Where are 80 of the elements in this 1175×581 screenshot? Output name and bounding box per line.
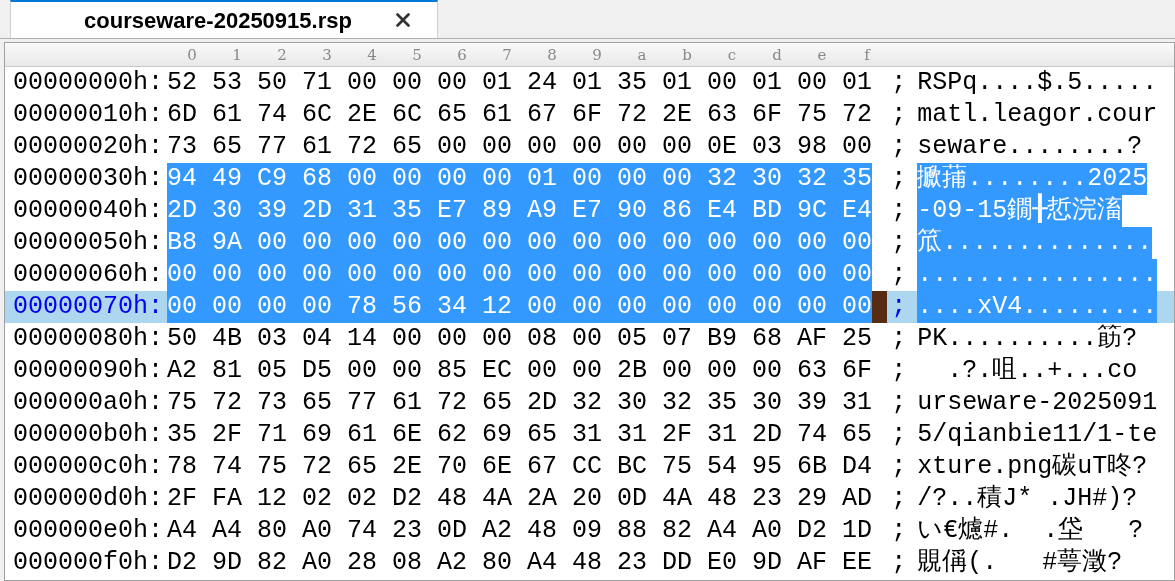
offset-label: 000000f0h: [12, 547, 165, 579]
offset-label: 00000040h: [12, 195, 165, 227]
hex-bytes: 78 74 75 72 65 2E 70 6E 67 CC BC 75 54 95 6B D4 [167, 451, 873, 483]
hex-bytes: A4 A4 80 A0 74 23 0D A2 48 09 88 82 A4 A0 D2 1D [167, 515, 873, 547]
offset-label: 00000080h: [12, 323, 165, 355]
ascii-text: ....xV4......... [917, 291, 1158, 323]
separator-mark: ; [890, 259, 908, 291]
separator-mark: ; [890, 99, 908, 131]
offset-label: 00000060h: [12, 259, 165, 291]
column-header: a [636, 45, 648, 66]
offset-label: 000000e0h: [12, 515, 165, 547]
column-header: 2 [276, 45, 288, 66]
column-header: b [681, 45, 693, 66]
hex-bytes: 35 2F 71 69 61 6E 62 69 65 31 31 2F 31 2D 74 65 [167, 419, 873, 451]
ascii-text: xture.png碳uT昸? [917, 451, 1148, 483]
separator-mark: ; [890, 483, 908, 515]
column-header: 7 [501, 45, 513, 66]
offset-label: 00000090h: [12, 355, 165, 387]
hex-bytes: 2F FA 12 02 02 D2 48 4A 2A 20 0D 4A 48 23 29 AD [167, 483, 873, 515]
offset-label: 00000030h: [12, 163, 165, 195]
separator-mark: ; [890, 547, 908, 579]
hex-bytes: A2 81 05 D5 00 00 85 EC 00 00 2B 00 00 00 63 6F [167, 355, 873, 387]
ascii-text: matl.leagor.cour [917, 99, 1158, 131]
column-header: 5 [411, 45, 423, 66]
separator-mark: ; [890, 419, 908, 451]
hex-bytes: 00 00 00 00 78 56 34 12 00 00 00 00 00 00 00 00 [167, 291, 873, 323]
ascii-text: .?.咀..+...co [946, 355, 1138, 387]
column-header: 0 [186, 45, 198, 66]
offset-label: 00000050h: [12, 227, 165, 259]
separator-mark: ; [890, 131, 908, 163]
separator-mark: ; [890, 515, 908, 547]
column-header: 9 [591, 45, 603, 66]
hex-bytes: 73 65 77 61 72 65 00 00 00 00 00 00 0E 03 98 00 [167, 131, 873, 163]
ascii-text: 5/qianbie11/1-te [917, 419, 1158, 451]
ascii-text: /?..積J* .JH#)? [917, 483, 1138, 515]
offset-label: 000000c0h: [12, 451, 165, 483]
column-header: 3 [321, 45, 333, 66]
hex-bytes: D2 9D 82 A0 28 08 A2 80 A4 48 23 DD E0 9D AF EE [167, 547, 873, 579]
column-header: 1 [231, 45, 243, 66]
separator-mark: ; [890, 67, 908, 99]
column-header: c [726, 45, 738, 66]
hex-bytes: 75 72 73 65 77 61 72 65 2D 32 30 32 35 30 39 31 [167, 387, 873, 419]
ascii-text: seware........? [917, 131, 1143, 163]
separator-mark: ; [890, 163, 908, 195]
ascii-text: RSPq....$.5..... [917, 67, 1158, 99]
hex-bytes: 00 00 00 00 00 00 00 00 00 00 00 00 00 00 00 00 [167, 259, 873, 291]
ascii-text: 覞偁(. #萼澂? [917, 547, 1123, 579]
hex-bytes: 2D 30 39 2D 31 35 E7 89 A9 E7 90 86 E4 BD 9C E4 [167, 195, 873, 227]
column-header: 4 [366, 45, 378, 66]
ascii-text: 笟.............. [917, 227, 1153, 259]
hex-bytes: B8 9A 00 00 00 00 00 00 00 00 00 00 00 00 00 00 [167, 227, 873, 259]
offset-label: 000000b0h: [12, 419, 165, 451]
ascii-text: urseware-2025091 [917, 387, 1158, 419]
column-header: d [771, 45, 783, 66]
column-header: e [816, 45, 828, 66]
hex-bytes: 50 4B 03 04 14 00 00 00 08 00 05 07 B9 68 AF 25 [167, 323, 873, 355]
ascii-text: PK..........筯? [917, 323, 1138, 355]
column-header: 6 [456, 45, 468, 66]
hex-bytes: 6D 61 74 6C 2E 6C 65 61 67 6F 72 2E 63 6F 75 72 [167, 99, 873, 131]
hex-bytes: 94 49 C9 68 00 00 00 00 01 00 00 00 32 30 32 35 [167, 163, 873, 195]
offset-label: 000000d0h: [12, 483, 165, 515]
separator-mark: ; [890, 195, 908, 227]
separator-mark: ; [890, 227, 908, 259]
offset-label: 00000010h: [12, 99, 165, 131]
offset-label: 00000020h: [12, 131, 165, 163]
separator-mark: ; [890, 291, 908, 323]
hex-bytes: 52 53 50 71 00 00 00 01 24 01 35 01 00 01 00 01 [167, 67, 873, 99]
separator-mark: ; [890, 387, 908, 419]
offset-label: 00000000h: [12, 67, 165, 99]
ascii-text: い€爈#. .垈 ? [917, 515, 1144, 547]
column-header: 8 [546, 45, 558, 66]
file-tab[interactable]: courseware-20250915.rsp [10, 0, 438, 38]
separator-mark: ; [890, 355, 908, 387]
ascii-text: ................ [917, 259, 1158, 291]
separator-mark: ; [890, 451, 908, 483]
separator-mark: ; [890, 323, 908, 355]
ascii-text: -09-15鐗╂悊浣滀 [917, 195, 1123, 227]
offset-label: 00000070h: [12, 291, 165, 323]
offset-label: 000000a0h: [12, 387, 165, 419]
column-header: f [863, 45, 872, 66]
